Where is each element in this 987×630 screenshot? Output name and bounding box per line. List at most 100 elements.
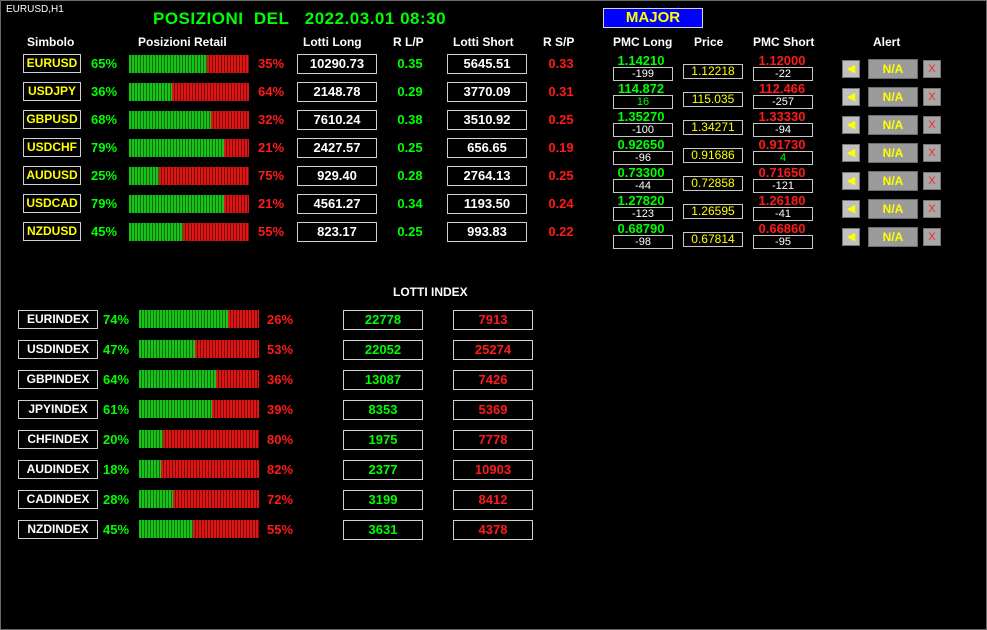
lots-long-value: 929.40 bbox=[297, 166, 377, 186]
index-lots-long: 1975 bbox=[343, 430, 423, 450]
long-bar-fill bbox=[129, 111, 211, 129]
short-bar-fill bbox=[207, 55, 249, 73]
index-lots-long: 3199 bbox=[343, 490, 423, 510]
pmc-long-diff: -44 bbox=[613, 179, 673, 193]
window-title: EURUSD,H1 bbox=[6, 4, 64, 15]
megaphone-icon[interactable]: ◀ bbox=[842, 60, 860, 78]
long-bar-fill bbox=[129, 83, 172, 101]
price-value: 0.91686 bbox=[683, 148, 743, 163]
index-name-button[interactable]: USDINDEX bbox=[18, 340, 98, 359]
lots-short-value: 993.83 bbox=[447, 222, 527, 242]
remove-alert-button[interactable]: X bbox=[923, 172, 941, 190]
index-ratio-bar bbox=[139, 310, 259, 328]
megaphone-icon[interactable]: ◀ bbox=[842, 88, 860, 106]
retail-ratio-bar bbox=[129, 83, 249, 101]
lots-short-value: 5645.51 bbox=[447, 54, 527, 74]
long-bar-fill bbox=[139, 520, 193, 538]
long-percent: 45% bbox=[91, 224, 118, 239]
retail-ratio-bar bbox=[129, 55, 249, 73]
alert-value-button[interactable]: N/A bbox=[868, 227, 918, 247]
long-bar-fill bbox=[129, 223, 183, 241]
lots-long-value: 2427.57 bbox=[297, 138, 377, 158]
index-long-percent: 45% bbox=[103, 522, 130, 537]
index-lots-short: 7913 bbox=[453, 310, 533, 330]
remove-alert-button[interactable]: X bbox=[923, 200, 941, 218]
alert-value-button[interactable]: N/A bbox=[868, 59, 918, 79]
long-bar-fill bbox=[139, 460, 161, 478]
page-title: POSIZIONI DEL 2022.03.01 08:30 bbox=[153, 9, 447, 28]
remove-alert-button[interactable]: X bbox=[923, 60, 941, 78]
long-bar-fill bbox=[139, 430, 163, 448]
short-bar-fill bbox=[212, 400, 259, 418]
major-button[interactable]: MAJOR bbox=[603, 8, 703, 28]
megaphone-icon[interactable]: ◀ bbox=[842, 144, 860, 162]
index-name-button[interactable]: CADINDEX bbox=[18, 490, 98, 509]
megaphone-icon[interactable]: ◀ bbox=[842, 200, 860, 218]
index-ratio-bar bbox=[139, 490, 259, 508]
alert-value-button[interactable]: N/A bbox=[868, 87, 918, 107]
index-ratio-bar bbox=[139, 370, 259, 388]
remove-alert-button[interactable]: X bbox=[923, 228, 941, 246]
r-lp-value: 0.28 bbox=[397, 168, 423, 183]
short-bar-fill bbox=[224, 195, 249, 213]
r-sp-value: 0.33 bbox=[548, 56, 574, 71]
symbol-button[interactable]: USDCHF bbox=[23, 138, 81, 157]
r-lp-value: 0.25 bbox=[397, 224, 423, 239]
symbol-button[interactable]: NZDUSD bbox=[23, 222, 81, 241]
header-pmc-long: PMC Long bbox=[613, 35, 673, 49]
r-lp-value: 0.34 bbox=[397, 196, 423, 211]
header-r-sp: R S/P bbox=[543, 35, 575, 49]
long-bar-fill bbox=[139, 490, 173, 508]
index-name-button[interactable]: GBPINDEX bbox=[18, 370, 98, 389]
alert-value-button[interactable]: N/A bbox=[868, 171, 918, 191]
retail-ratio-bar bbox=[129, 167, 249, 185]
symbol-button[interactable]: GBPUSD bbox=[23, 110, 81, 129]
pmc-short-diff: -94 bbox=[753, 123, 813, 137]
short-bar-fill bbox=[211, 111, 249, 129]
header-retail: Posizioni Retail bbox=[138, 35, 227, 49]
pmc-long-value: 1.27820 bbox=[617, 193, 665, 208]
symbol-button[interactable]: USDJPY bbox=[23, 82, 81, 101]
index-name-button[interactable]: NZDINDEX bbox=[18, 520, 98, 539]
long-bar-fill bbox=[129, 195, 224, 213]
index-long-percent: 28% bbox=[103, 492, 130, 507]
lots-short-value: 656.65 bbox=[447, 138, 527, 158]
megaphone-icon[interactable]: ◀ bbox=[842, 172, 860, 190]
short-bar-fill bbox=[228, 310, 259, 328]
alert-value-button[interactable]: N/A bbox=[868, 143, 918, 163]
index-ratio-bar bbox=[139, 460, 259, 478]
index-short-percent: 55% bbox=[267, 522, 294, 537]
remove-alert-button[interactable]: X bbox=[923, 88, 941, 106]
retail-ratio-bar bbox=[129, 111, 249, 129]
long-bar-fill bbox=[139, 370, 216, 388]
index-long-percent: 74% bbox=[103, 312, 130, 327]
header-price: Price bbox=[694, 35, 724, 49]
remove-alert-button[interactable]: X bbox=[923, 144, 941, 162]
price-value: 1.34271 bbox=[683, 120, 743, 135]
symbol-button[interactable]: USDCAD bbox=[23, 194, 81, 213]
pmc-short-diff: -257 bbox=[753, 95, 813, 109]
index-lots-long: 22052 bbox=[343, 340, 423, 360]
header-pmc-short: PMC Short bbox=[753, 35, 815, 49]
index-name-button[interactable]: EURINDEX bbox=[18, 310, 98, 329]
short-bar-fill bbox=[159, 167, 249, 185]
megaphone-icon[interactable]: ◀ bbox=[842, 228, 860, 246]
short-percent: 21% bbox=[258, 140, 285, 155]
long-percent: 65% bbox=[91, 56, 118, 71]
symbol-button[interactable]: AUDUSD bbox=[23, 166, 81, 185]
long-bar-fill bbox=[139, 310, 228, 328]
index-long-percent: 64% bbox=[103, 372, 130, 387]
price-value: 1.26595 bbox=[683, 204, 743, 219]
alert-value-button[interactable]: N/A bbox=[868, 115, 918, 135]
symbol-button[interactable]: EURUSD bbox=[23, 54, 81, 73]
megaphone-icon[interactable]: ◀ bbox=[842, 116, 860, 134]
index-name-button[interactable]: AUDINDEX bbox=[18, 460, 98, 479]
index-name-button[interactable]: CHFINDEX bbox=[18, 430, 98, 449]
r-sp-value: 0.19 bbox=[548, 140, 574, 155]
alert-value-button[interactable]: N/A bbox=[868, 199, 918, 219]
index-lots-short: 8412 bbox=[453, 490, 533, 510]
index-name-button[interactable]: JPYINDEX bbox=[18, 400, 98, 419]
remove-alert-button[interactable]: X bbox=[923, 116, 941, 134]
lotti-index-title: LOTTI INDEX bbox=[393, 285, 468, 299]
pmc-short-diff: -41 bbox=[753, 207, 813, 221]
